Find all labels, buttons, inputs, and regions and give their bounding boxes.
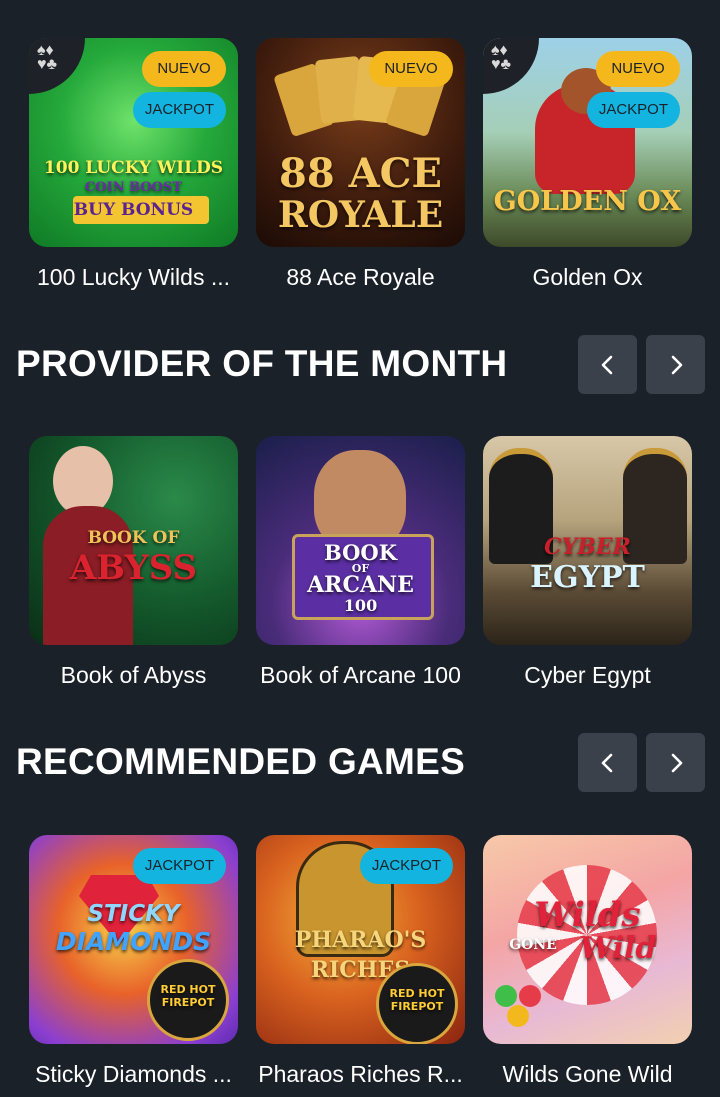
- chevron-left-icon: [601, 753, 612, 772]
- game-art-text: RED HOT FIREPOT: [160, 983, 216, 1009]
- game-thumbnail[interactable]: STICKY DIAMONDS RED HOT FIREPOT JACKPOT: [29, 835, 238, 1044]
- game-card-100-lucky-wilds[interactable]: ♠♦ ♥♣ 100 LUCKY WILDS COIN BOOST BUY BONU…: [29, 38, 238, 290]
- game-thumbnail[interactable]: BOOK OF ABYSS: [29, 436, 238, 645]
- game-art-text: 100 LUCKY WILDS: [43, 158, 224, 178]
- game-card-sticky-diamonds[interactable]: STICKY DIAMONDS RED HOT FIREPOT JACKPOT …: [29, 835, 238, 1087]
- game-art-text: PHARAO'S: [294, 927, 427, 953]
- game-card-golden-ox[interactable]: ♠♦ ♥♣ GOLDEN OX NUEVO JACKPOT Golden Ox: [483, 38, 692, 290]
- provider-games-row: BOOK OF ABYSS Book of Abyss BOOK OF ARCA…: [0, 436, 720, 696]
- section-title-recommended: RECOMMENDED GAMES: [16, 741, 466, 782]
- new-games-row: ♠♦ ♥♣ 100 LUCKY WILDS COIN BOOST BUY BONU…: [0, 38, 720, 298]
- game-title[interactable]: Book of Abyss: [19, 662, 248, 689]
- game-card-book-of-arcane-100[interactable]: BOOK OF ARCANE 100 Book of Arcane 100: [256, 436, 465, 688]
- game-art-text: 100: [343, 596, 378, 615]
- game-title[interactable]: Cyber Egypt: [473, 662, 702, 689]
- game-thumbnail[interactable]: PHARAO'S RICHES RED HOT FIREPOT JACKPOT: [256, 835, 465, 1044]
- game-thumbnail[interactable]: ♠♦ ♥♣ GOLDEN OX NUEVO JACKPOT: [483, 38, 692, 247]
- game-art-text: EGYPT: [530, 560, 645, 595]
- game-art-text: RED HOT FIREPOT: [389, 987, 445, 1013]
- game-art-text: ARCANE: [307, 572, 414, 598]
- game-art-text: STICKY: [87, 901, 180, 927]
- badge-jackpot: JACKPOT: [586, 92, 680, 128]
- badge-jackpot: JACKPOT: [359, 848, 453, 884]
- badge-nuevo: NUEVO: [369, 51, 453, 87]
- game-art-text: DIAMONDS: [55, 927, 212, 956]
- game-art-text: ROYALE: [277, 194, 444, 236]
- section-title-provider: PROVIDER OF THE MONTH: [16, 343, 508, 384]
- game-art-text: Wild: [579, 931, 657, 966]
- game-card-cyber-egypt[interactable]: CYBER EGYPT Cyber Egypt: [483, 436, 692, 688]
- game-title[interactable]: Wilds Gone Wild: [473, 1061, 702, 1088]
- chevron-left-icon: [601, 355, 612, 374]
- recommended-prev-button[interactable]: [578, 733, 637, 792]
- game-card-88-ace-royale[interactable]: 88 ACE ROYALE NUEVO 88 Ace Royale: [256, 38, 465, 290]
- game-title[interactable]: Pharaos Riches R...: [246, 1061, 475, 1088]
- game-art-text: BUY BONUS: [73, 200, 194, 220]
- game-art-text: CYBER: [544, 534, 631, 560]
- game-art-text: Wilds: [534, 895, 641, 935]
- chevron-right-icon: [671, 753, 682, 772]
- game-thumbnail[interactable]: 88 ACE ROYALE NUEVO: [256, 38, 465, 247]
- recommended-games-row: STICKY DIAMONDS RED HOT FIREPOT JACKPOT …: [0, 835, 720, 1097]
- provider-next-button[interactable]: [646, 335, 705, 394]
- game-title[interactable]: 100 Lucky Wilds ...: [19, 264, 248, 291]
- game-card-wilds-gone-wild[interactable]: Wilds GONE Wild Wilds Gone Wild: [483, 835, 692, 1087]
- badge-nuevo: NUEVO: [596, 51, 680, 87]
- badge-jackpot: JACKPOT: [132, 92, 226, 128]
- game-title[interactable]: Golden Ox: [473, 264, 702, 291]
- game-title[interactable]: Book of Arcane 100: [246, 662, 475, 689]
- game-thumbnail[interactable]: CYBER EGYPT: [483, 436, 692, 645]
- game-art-text: GOLDEN OX: [493, 186, 682, 217]
- game-thumbnail[interactable]: ♠♦ ♥♣ 100 LUCKY WILDS COIN BOOST BUY BONU…: [29, 38, 238, 247]
- game-art-text: BOOK OF: [87, 528, 180, 548]
- chevron-right-icon: [671, 355, 682, 374]
- game-card-pharaos-riches[interactable]: PHARAO'S RICHES RED HOT FIREPOT JACKPOT …: [256, 835, 465, 1087]
- game-art-text: COIN BOOST: [84, 180, 183, 195]
- game-art-text: ABYSS: [69, 548, 198, 588]
- provider-prev-button[interactable]: [578, 335, 637, 394]
- game-art-text: 88 ACE: [279, 150, 442, 197]
- badge-nuevo: NUEVO: [142, 51, 226, 87]
- game-thumbnail[interactable]: Wilds GONE Wild: [483, 835, 692, 1044]
- game-title[interactable]: 88 Ace Royale: [246, 264, 475, 291]
- game-card-book-of-abyss[interactable]: BOOK OF ABYSS Book of Abyss: [29, 436, 238, 688]
- recommended-next-button[interactable]: [646, 733, 705, 792]
- badge-jackpot: JACKPOT: [132, 848, 226, 884]
- game-thumbnail[interactable]: BOOK OF ARCANE 100: [256, 436, 465, 645]
- game-title[interactable]: Sticky Diamonds ...: [19, 1061, 248, 1088]
